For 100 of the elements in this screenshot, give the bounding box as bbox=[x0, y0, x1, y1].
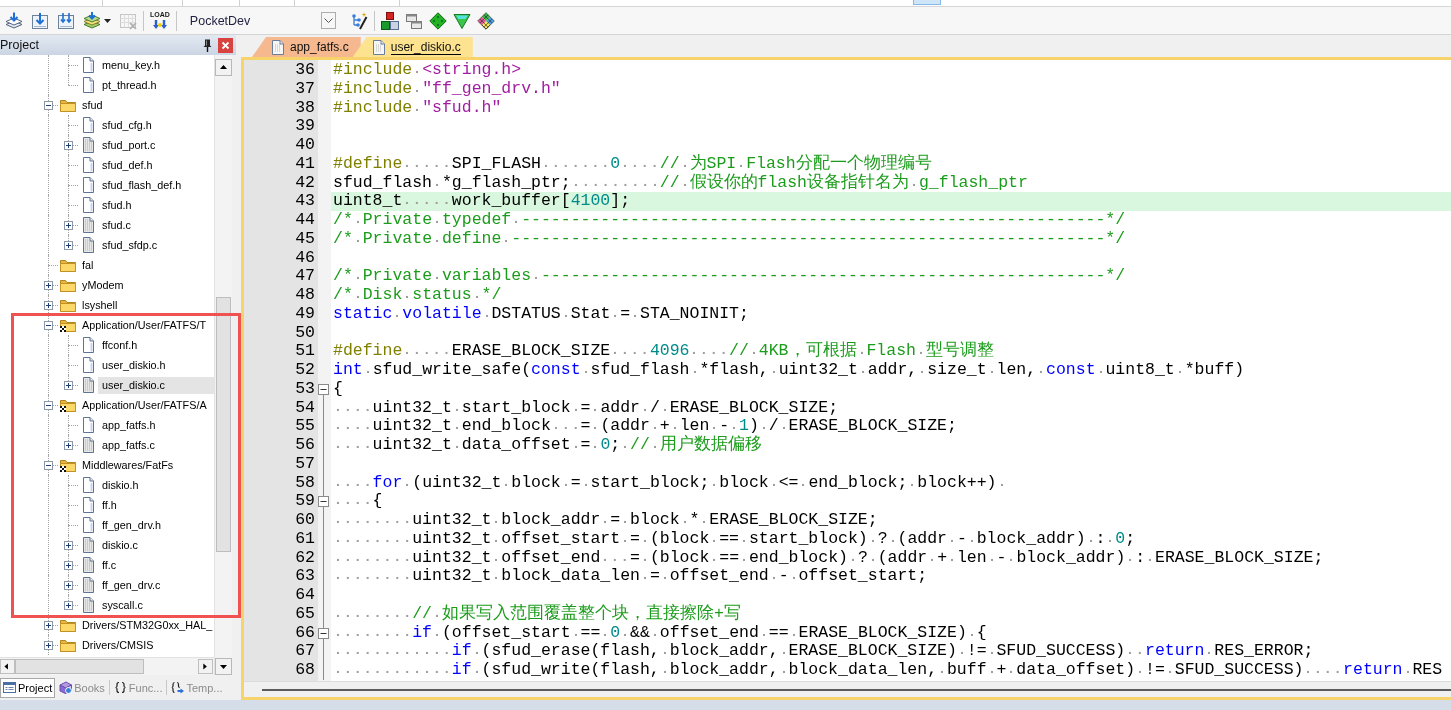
tree-item[interactable]: user_diskio.h bbox=[100, 356, 168, 374]
hatched-document-icon bbox=[80, 537, 96, 553]
line-number: 48 bbox=[295, 285, 315, 304]
code-line: uint32_t start_block = addr / ERASE_BLOCK_SIZE; bbox=[331, 398, 840, 418]
tree-item[interactable]: Middlewares/FatFs bbox=[80, 456, 176, 474]
expand-icon[interactable] bbox=[64, 601, 73, 610]
tree-item[interactable]: diskio.h bbox=[100, 476, 141, 494]
collapse-icon[interactable] bbox=[44, 401, 53, 410]
tree-item[interactable]: Application/User/FATFS/A bbox=[80, 396, 209, 414]
tree-item[interactable]: sfud.h bbox=[100, 196, 134, 214]
tree-item[interactable]: Drivers/STM32G0xx_HAL_ bbox=[80, 616, 214, 634]
code-line: { bbox=[332, 379, 344, 399]
diamond-grid-icon[interactable] bbox=[476, 11, 495, 30]
tree-item[interactable]: yModem bbox=[80, 276, 126, 294]
expand-icon[interactable] bbox=[44, 281, 53, 290]
tree-item[interactable]: ffconf.h bbox=[100, 336, 140, 354]
scrollbar-thumb[interactable] bbox=[262, 688, 1451, 691]
line-number: 67 bbox=[295, 641, 315, 661]
pin-icon[interactable] bbox=[203, 38, 212, 52]
tree-item[interactable]: Application/User/FATFS/T bbox=[80, 316, 208, 334]
tree-item[interactable]: fal bbox=[80, 256, 96, 274]
magic-wand-icon[interactable] bbox=[349, 11, 368, 30]
tree-item[interactable]: sfud_flash_def.h bbox=[100, 176, 184, 194]
collapse-icon[interactable] bbox=[44, 461, 53, 470]
tree-item[interactable]: app_fatfs.c bbox=[100, 436, 157, 454]
expand-icon[interactable] bbox=[64, 561, 73, 570]
editor-tab[interactable]: app_fatfs.c bbox=[252, 37, 361, 57]
tree-item[interactable]: menu_key.h bbox=[100, 56, 163, 74]
panel-tab[interactable]: Project bbox=[0, 677, 56, 698]
collapse-icon[interactable] bbox=[318, 627, 329, 639]
expand-icon[interactable] bbox=[64, 381, 73, 390]
expand-icon[interactable] bbox=[64, 441, 73, 450]
code-line: uint32_t block_addr = block * ERASE_BLOCK_SIZE; bbox=[331, 511, 879, 530]
tree-item[interactable]: sfud_port.c bbox=[100, 136, 158, 154]
collapse-icon[interactable] bbox=[318, 383, 329, 395]
double-download-box-icon[interactable] bbox=[57, 11, 75, 30]
tree-item[interactable]: sfud bbox=[80, 96, 105, 114]
collapse-icon[interactable] bbox=[318, 496, 329, 508]
line-number: 58 bbox=[295, 472, 315, 492]
expand-icon[interactable] bbox=[64, 221, 73, 230]
expand-icon[interactable] bbox=[64, 141, 73, 150]
diamond-icon[interactable] bbox=[428, 11, 447, 30]
tree-item[interactable]: user_diskio.c bbox=[98, 376, 214, 394]
tree-item[interactable]: Drivers/CMSIS bbox=[80, 636, 156, 654]
line-number: 55 bbox=[295, 416, 315, 436]
vertical-scrollbar[interactable] bbox=[214, 55, 232, 675]
expand-icon[interactable] bbox=[44, 641, 53, 650]
tree-item[interactable]: pt_thread.h bbox=[100, 76, 159, 94]
expand-icon[interactable] bbox=[64, 241, 73, 250]
document-icon bbox=[272, 39, 284, 55]
layers-icon[interactable] bbox=[83, 11, 101, 30]
scrollbar-thumb[interactable] bbox=[216, 297, 231, 552]
code-line: int sfud_write_safe(const sfud_flash *flash, uint32_t addr, size_t len, const uint8_t *buff) bbox=[332, 361, 1246, 380]
document-icon bbox=[80, 477, 96, 493]
document-icon bbox=[80, 357, 96, 373]
tree-item[interactable]: sfud.c bbox=[100, 216, 133, 234]
expand-icon[interactable] bbox=[64, 581, 73, 590]
tree-item[interactable]: ff_gen_drv.c bbox=[100, 576, 163, 594]
scrollbar-thumb[interactable] bbox=[15, 659, 144, 674]
tree-item[interactable]: sfud_def.h bbox=[100, 156, 155, 174]
expand-icon[interactable] bbox=[44, 621, 53, 630]
scroll-left-icon[interactable] bbox=[0, 658, 15, 675]
tree-item[interactable]: ff.c bbox=[100, 556, 119, 574]
hatched-document-icon bbox=[80, 577, 96, 593]
scroll-right-icon[interactable] bbox=[198, 658, 213, 675]
target-select[interactable]: PocketDev bbox=[182, 10, 336, 31]
document-icon bbox=[80, 177, 96, 193]
collapse-icon[interactable] bbox=[44, 321, 53, 330]
expand-icon[interactable] bbox=[64, 541, 73, 550]
hatched-document-icon bbox=[80, 437, 96, 453]
editor-tab[interactable]: user_diskio.c bbox=[352, 37, 473, 57]
stacked-pages-icon[interactable] bbox=[5, 11, 23, 30]
horizontal-scrollbar[interactable] bbox=[0, 657, 214, 675]
tree-item[interactable]: ff.h bbox=[100, 496, 119, 514]
tree-item[interactable]: ff_gen_drv.h bbox=[100, 516, 164, 534]
code-line: if (offset_start == 0 && offset_end == ERASE_BLOCK_SIZE) { bbox=[331, 623, 988, 643]
tree-item[interactable]: diskio.c bbox=[100, 536, 140, 554]
dropdown-button[interactable] bbox=[320, 12, 336, 29]
expand-icon[interactable] bbox=[44, 301, 53, 310]
code-line: if (sfud_write(flash, block_addr, block_data_len, buff + data_offset) != SFUD_SUCCESS) return RES bbox=[331, 661, 1444, 680]
tree-item[interactable]: sfud_cfg.h bbox=[100, 116, 154, 134]
tree-item[interactable]: lsyshell bbox=[80, 296, 120, 314]
tree-item[interactable]: syscall.c bbox=[100, 596, 145, 614]
tree-item[interactable]: sfud_sfdp.c bbox=[100, 236, 160, 254]
funnel-icon[interactable] bbox=[452, 11, 471, 30]
panel-title: Project bbox=[0, 38, 39, 52]
line-number: 49 bbox=[295, 303, 315, 323]
stacked-windows-icon[interactable] bbox=[404, 11, 423, 30]
code-line: #define SPI_FLASH 0 // 为SPI Flash分配一个物理编号 bbox=[332, 154, 933, 173]
download-box-icon[interactable] bbox=[31, 11, 49, 30]
collapse-icon[interactable] bbox=[44, 101, 53, 110]
colored-blocks-icon[interactable] bbox=[380, 11, 399, 30]
tree-item[interactable]: app_fatfs.h bbox=[100, 416, 158, 434]
line-number: 54 bbox=[295, 397, 315, 417]
caret-icon[interactable] bbox=[104, 18, 111, 23]
line-number: 61 bbox=[295, 528, 315, 548]
line-number: 37 bbox=[295, 78, 315, 98]
scroll-down-icon[interactable] bbox=[215, 658, 232, 675]
close-icon[interactable] bbox=[218, 37, 233, 53]
scroll-up-icon[interactable] bbox=[215, 59, 232, 76]
